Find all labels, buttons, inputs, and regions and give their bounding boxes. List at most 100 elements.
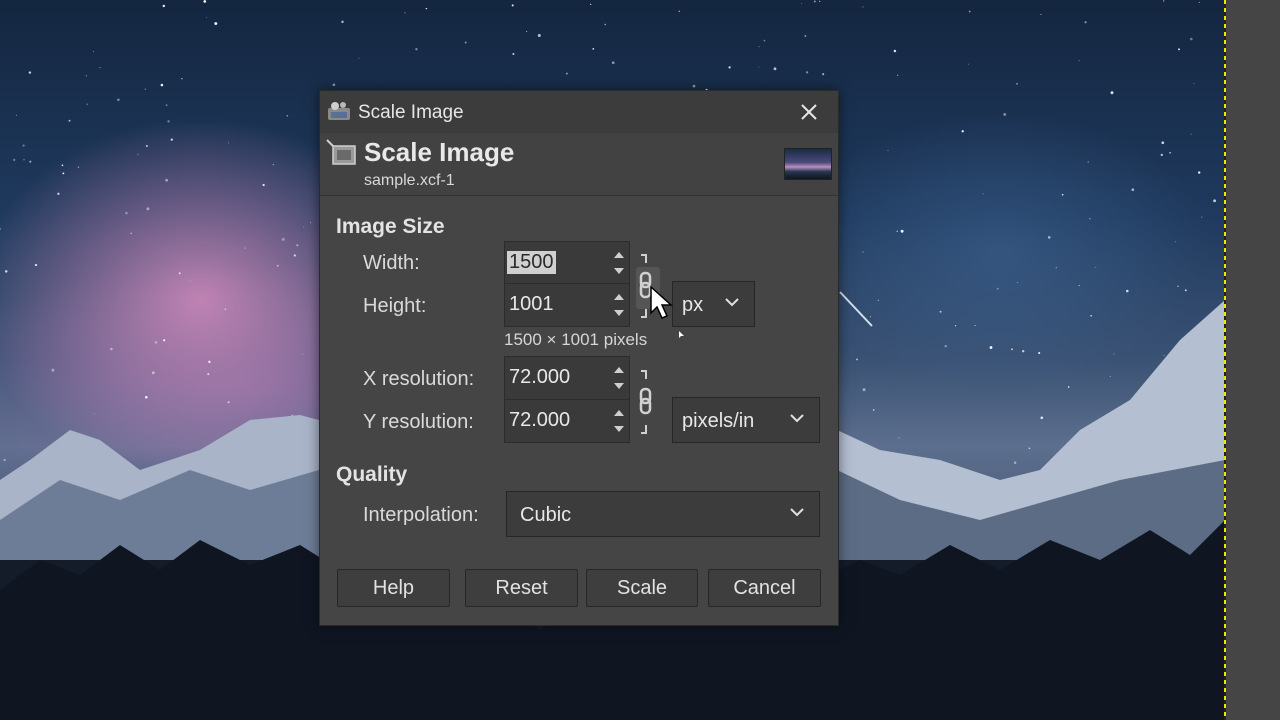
decrement-arrow-icon[interactable] xyxy=(614,268,624,274)
height-spinbox[interactable]: 1001 xyxy=(504,283,630,327)
star xyxy=(1160,153,1163,157)
star xyxy=(565,72,568,75)
increment-arrow-icon[interactable] xyxy=(614,294,624,300)
star xyxy=(62,172,65,175)
star xyxy=(678,10,681,13)
decrement-arrow-icon[interactable] xyxy=(614,426,624,432)
star xyxy=(604,23,606,26)
star xyxy=(358,57,360,59)
star xyxy=(165,104,168,107)
resolution-chain-link-icon[interactable] xyxy=(633,367,663,437)
mouse-pointer-icon xyxy=(650,285,673,319)
star xyxy=(332,83,336,87)
star xyxy=(262,183,265,187)
star xyxy=(296,244,299,247)
x-resolution-spinbox[interactable]: 72.000 xyxy=(504,356,630,400)
star xyxy=(170,138,173,141)
width-spinbox[interactable]: 1500 xyxy=(504,241,630,285)
resolution-unit-value: pixels/in xyxy=(682,410,755,432)
star xyxy=(293,254,296,257)
decrement-arrow-icon[interactable] xyxy=(614,383,624,389)
star xyxy=(1198,1,1200,3)
x-resolution-value[interactable]: 72.000 xyxy=(509,366,570,389)
height-value[interactable]: 1001 xyxy=(509,293,554,316)
star xyxy=(862,251,864,253)
reset-button[interactable]: Reset xyxy=(465,569,578,607)
star xyxy=(244,247,246,249)
star xyxy=(804,35,807,37)
interpolation-dropdown[interactable]: Cubic xyxy=(506,491,820,537)
star xyxy=(1040,14,1042,16)
star xyxy=(813,0,816,3)
width-stepper[interactable] xyxy=(609,242,629,284)
scale-button[interactable]: Scale xyxy=(586,569,698,607)
star xyxy=(967,63,969,65)
dialog-titlebar[interactable]: Scale Image xyxy=(320,91,838,133)
star xyxy=(1016,83,1018,85)
help-button[interactable]: Help xyxy=(337,569,450,607)
interpolation-value: Cubic xyxy=(520,504,572,526)
star xyxy=(1131,188,1135,192)
size-unit-dropdown[interactable]: px xyxy=(672,281,755,327)
scale-image-dialog: Scale Image Scale Image sample.xcf-1 Ima… xyxy=(319,90,839,626)
star xyxy=(1109,375,1111,377)
star xyxy=(110,347,113,351)
star xyxy=(1047,236,1051,239)
star xyxy=(203,0,207,3)
cancel-button[interactable]: Cancel xyxy=(708,569,821,607)
star xyxy=(1011,348,1013,351)
star xyxy=(1040,416,1044,420)
star xyxy=(611,61,615,65)
y-resolution-stepper[interactable] xyxy=(609,400,629,442)
width-value[interactable]: 1500 xyxy=(507,251,556,274)
star xyxy=(310,222,312,224)
star xyxy=(224,308,226,310)
star xyxy=(154,341,158,344)
increment-arrow-icon[interactable] xyxy=(614,410,624,416)
star xyxy=(590,3,592,5)
star xyxy=(303,226,305,228)
height-stepper[interactable] xyxy=(609,284,629,326)
star xyxy=(86,103,88,105)
close-button[interactable] xyxy=(790,95,828,129)
star xyxy=(15,114,18,116)
star xyxy=(1003,112,1007,116)
star xyxy=(1198,171,1201,174)
close-icon xyxy=(801,104,817,120)
star xyxy=(425,7,428,10)
increment-arrow-icon[interactable] xyxy=(614,252,624,258)
star xyxy=(872,409,875,411)
star xyxy=(13,158,16,162)
star xyxy=(1055,266,1058,269)
header-title: Scale Image xyxy=(364,137,515,167)
x-resolution-stepper[interactable] xyxy=(609,357,629,399)
star xyxy=(968,10,971,13)
star xyxy=(162,4,166,8)
height-label: Height: xyxy=(363,295,427,317)
star xyxy=(1013,461,1017,464)
increment-arrow-icon[interactable] xyxy=(614,367,624,373)
y-resolution-spinbox[interactable]: 72.000 xyxy=(504,399,630,443)
star xyxy=(1094,266,1096,268)
star xyxy=(1162,0,1165,2)
star xyxy=(61,164,64,167)
resolution-unit-dropdown[interactable]: pixels/in xyxy=(672,397,820,443)
star xyxy=(1078,285,1080,287)
y-resolution-value[interactable]: 72.000 xyxy=(509,409,570,432)
star xyxy=(77,166,80,168)
star xyxy=(939,310,942,313)
star xyxy=(94,413,95,415)
star xyxy=(758,46,760,48)
star xyxy=(415,48,418,51)
star xyxy=(272,163,275,166)
star xyxy=(1022,350,1025,353)
decrement-arrow-icon[interactable] xyxy=(614,310,624,316)
scale-image-icon xyxy=(326,139,356,165)
star xyxy=(181,78,183,80)
star xyxy=(130,232,133,235)
y-resolution-label: Y resolution: xyxy=(363,411,474,433)
star xyxy=(276,264,279,267)
star xyxy=(92,50,94,53)
star xyxy=(1078,60,1080,62)
star xyxy=(982,193,984,195)
